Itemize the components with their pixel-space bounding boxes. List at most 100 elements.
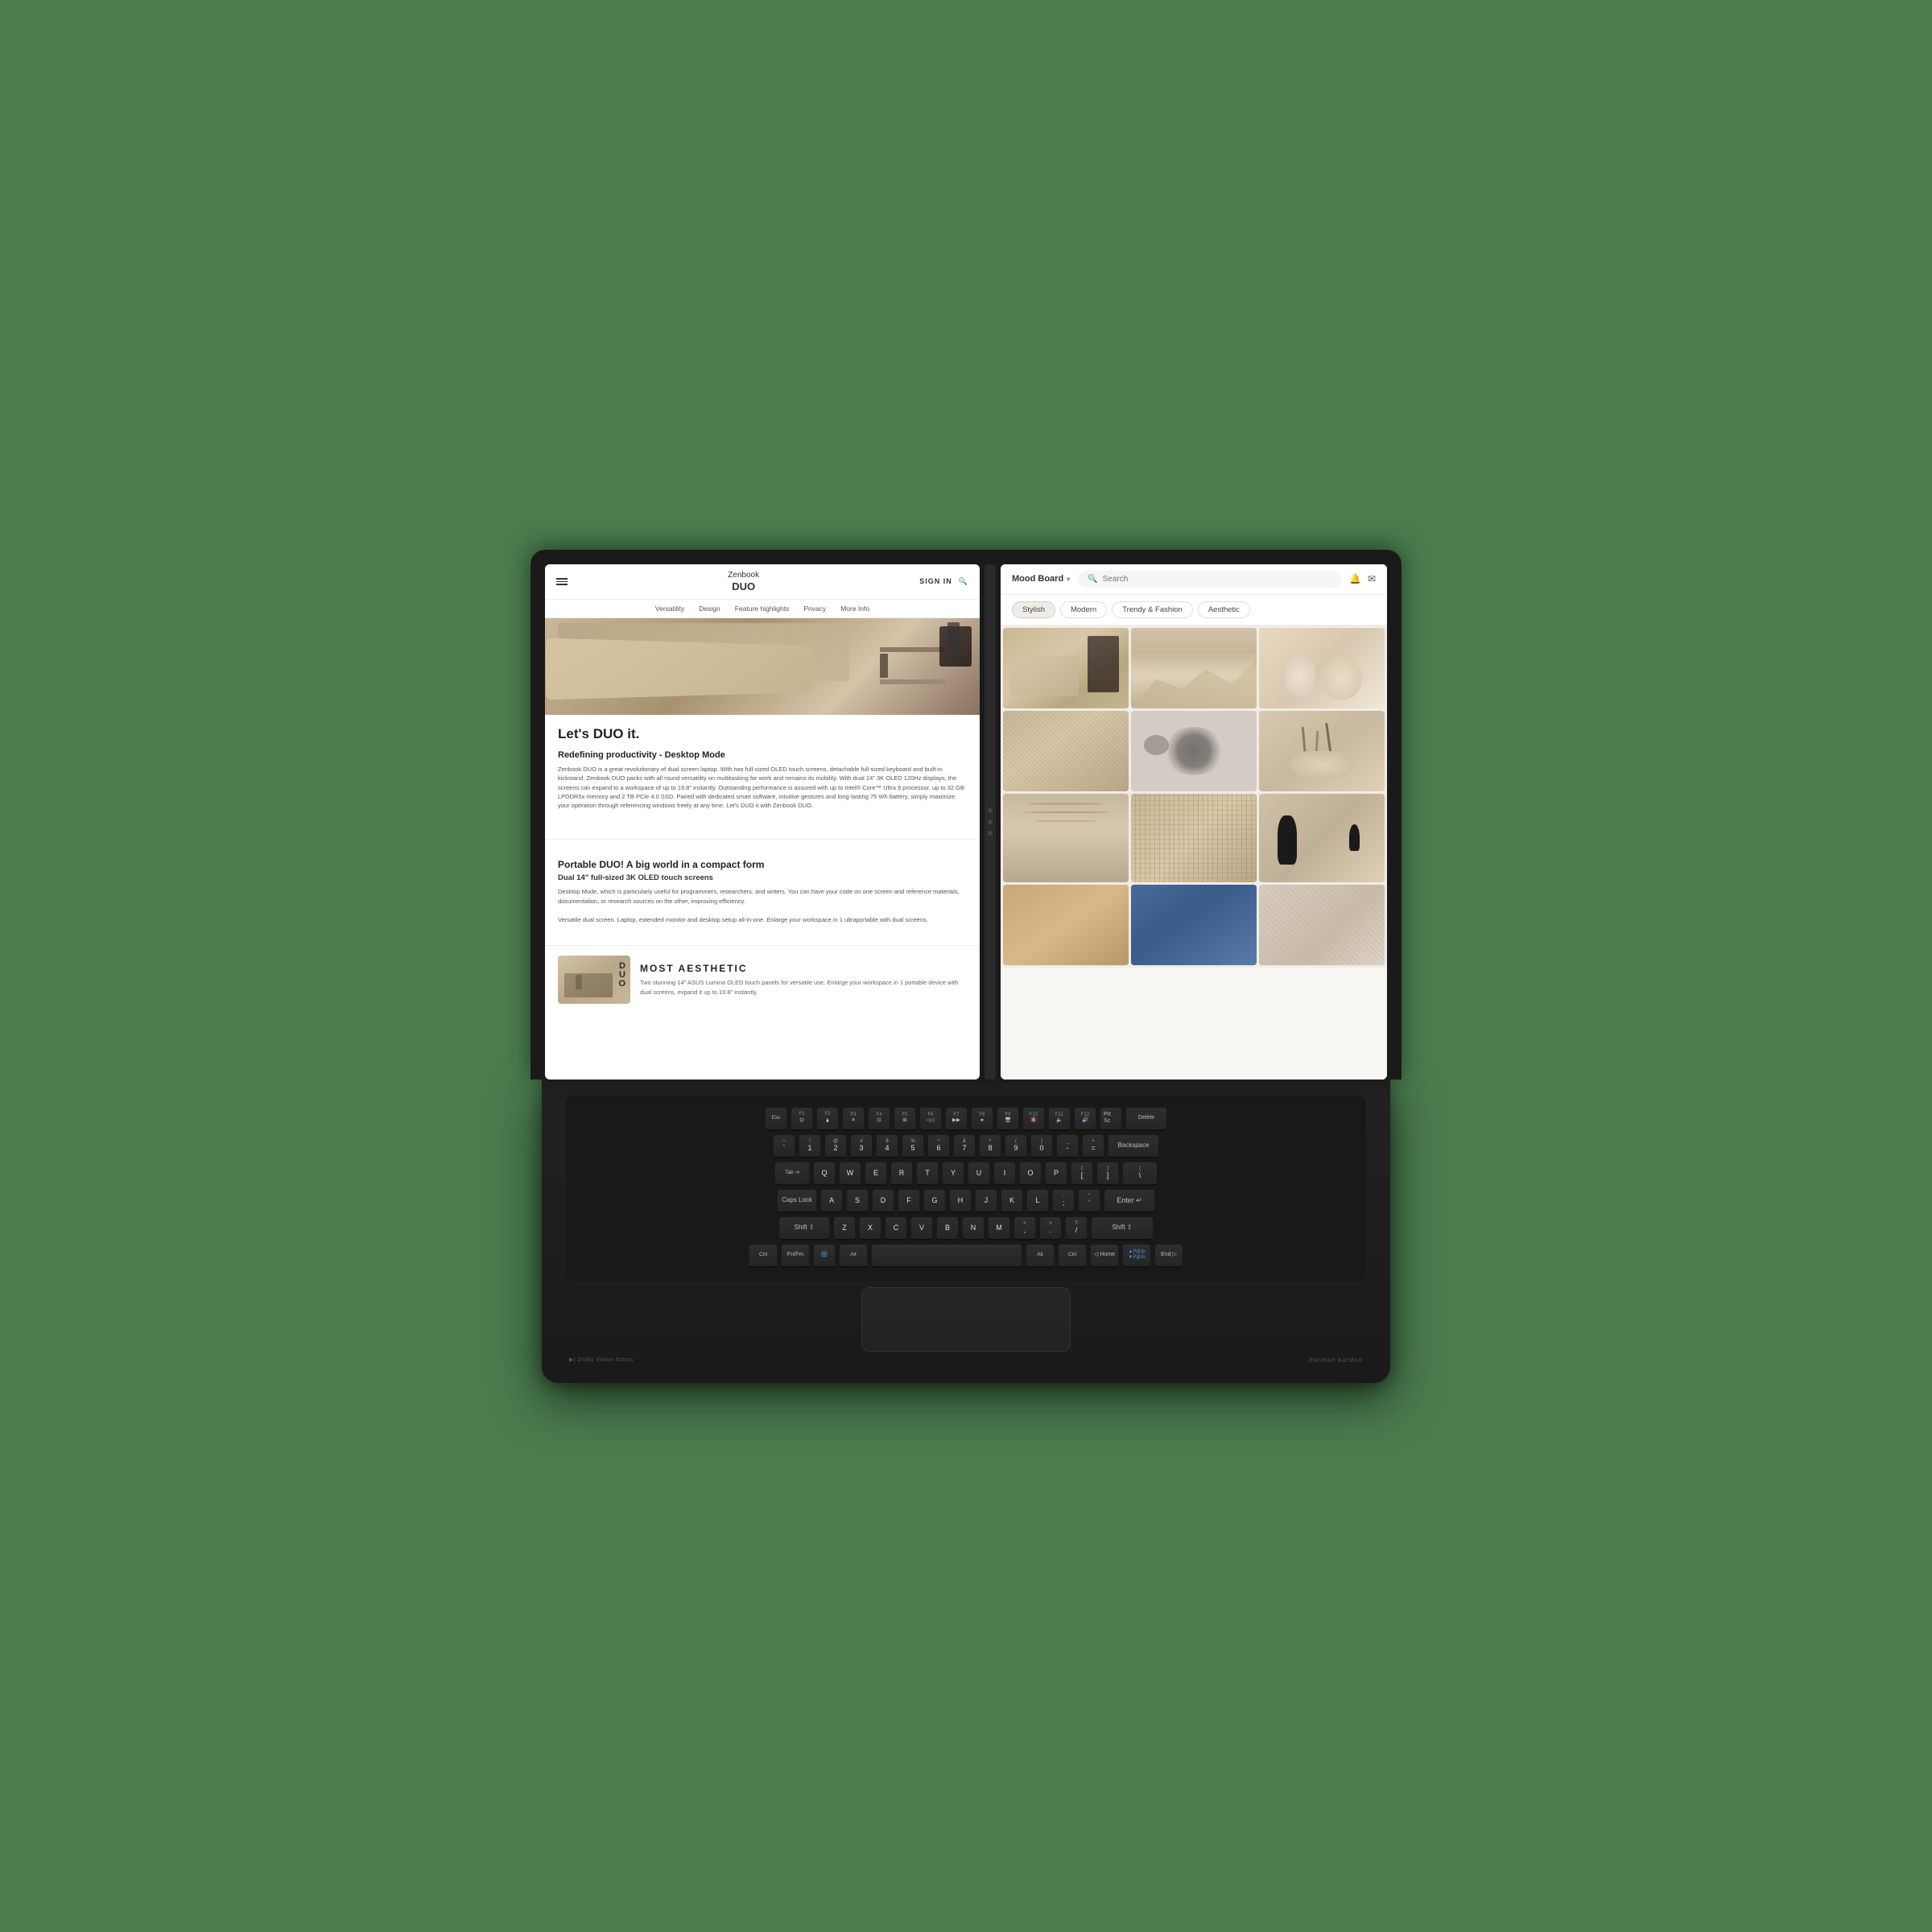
key-j[interactable]: J — [975, 1189, 997, 1213]
key-6[interactable]: ^6 — [927, 1134, 950, 1158]
key-backslash[interactable]: |\ — [1122, 1162, 1158, 1186]
key-delete[interactable]: Delete — [1125, 1107, 1167, 1131]
key-c[interactable]: C — [885, 1216, 907, 1241]
key-d[interactable]: D — [872, 1189, 894, 1213]
grid-cell-2-1[interactable] — [1003, 711, 1129, 791]
key-f2[interactable]: F2🌢 — [816, 1107, 839, 1131]
key-ctrl-right[interactable]: Ctrl — [1058, 1244, 1087, 1268]
grid-cell-3-2[interactable] — [1131, 794, 1257, 882]
tag-modern[interactable]: Modern — [1060, 601, 1107, 618]
key-f6[interactable]: F6◁◁ — [919, 1107, 942, 1131]
key-backtick[interactable]: ~` — [773, 1134, 795, 1158]
key-8[interactable]: *8 — [979, 1134, 1001, 1158]
nav-more[interactable]: More Info — [840, 605, 869, 613]
key-ctrl-left[interactable]: Ctrl — [749, 1244, 778, 1268]
grid-cell-1-3[interactable] — [1259, 628, 1385, 708]
tag-aesthetic[interactable]: Aesthetic — [1198, 601, 1250, 618]
nav-design[interactable]: Design — [699, 605, 720, 613]
key-f1[interactable]: F1🌣 — [791, 1107, 813, 1131]
key-9[interactable]: (9 — [1005, 1134, 1027, 1158]
key-enter[interactable]: Enter ↵ — [1104, 1189, 1155, 1213]
grid-cell-3-1[interactable] — [1003, 794, 1129, 882]
key-k[interactable]: K — [1001, 1189, 1023, 1213]
key-m[interactable]: M — [988, 1216, 1010, 1241]
key-fn[interactable]: Fn/Fm — [781, 1244, 810, 1268]
key-i[interactable]: I — [993, 1162, 1016, 1186]
key-shift-left[interactable]: Shift ⇧ — [778, 1216, 830, 1241]
notification-icon[interactable]: 🔔 — [1349, 573, 1361, 584]
key-x[interactable]: X — [859, 1216, 881, 1241]
key-f5[interactable]: F5⊞ — [894, 1107, 916, 1131]
key-2[interactable]: @2 — [824, 1134, 847, 1158]
key-alt-right[interactable]: Alt — [1026, 1244, 1055, 1268]
key-v[interactable]: V — [910, 1216, 933, 1241]
tag-stylish[interactable]: Stylish — [1012, 601, 1055, 618]
key-bracket-open[interactable]: {[ — [1071, 1162, 1093, 1186]
key-minus[interactable]: _- — [1056, 1134, 1079, 1158]
key-end[interactable]: End ▷ — [1154, 1244, 1183, 1268]
key-s[interactable]: S — [846, 1189, 869, 1213]
key-period[interactable]: >. — [1039, 1216, 1062, 1241]
grid-cell-1-2[interactable] — [1131, 628, 1257, 708]
mail-icon[interactable]: ✉ — [1368, 573, 1376, 584]
key-5[interactable]: %5 — [902, 1134, 924, 1158]
search-bar[interactable]: 🔍 — [1078, 571, 1341, 588]
key-shift-right[interactable]: Shift ⇧ — [1091, 1216, 1154, 1241]
key-f[interactable]: F — [898, 1189, 920, 1213]
key-windows[interactable]: ⊞ — [813, 1244, 836, 1268]
key-prtsc[interactable]: Prt Sc — [1100, 1107, 1122, 1131]
grid-cell-4-3[interactable] — [1259, 885, 1385, 965]
key-pgup-pgdn[interactable]: ▲PgUp▼PgDn — [1122, 1244, 1151, 1268]
key-f12[interactable]: F12🔊 — [1074, 1107, 1096, 1131]
search-icon[interactable]: 🔍 — [959, 577, 968, 586]
key-l[interactable]: L — [1026, 1189, 1049, 1213]
key-y[interactable]: Y — [942, 1162, 964, 1186]
sign-in-link[interactable]: SIGN IN — [919, 577, 952, 585]
hamburger-menu[interactable] — [556, 578, 568, 585]
key-e[interactable]: E — [865, 1162, 887, 1186]
key-p[interactable]: P — [1045, 1162, 1067, 1186]
nav-versatility[interactable]: Versatility — [655, 605, 684, 613]
key-a[interactable]: A — [820, 1189, 843, 1213]
key-h[interactable]: H — [949, 1189, 972, 1213]
search-input[interactable] — [1103, 575, 1331, 584]
touchpad[interactable] — [861, 1287, 1071, 1352]
key-u[interactable]: U — [968, 1162, 990, 1186]
key-3[interactable]: #3 — [850, 1134, 873, 1158]
key-comma[interactable]: <, — [1013, 1216, 1036, 1241]
key-f4[interactable]: F4⊡ — [868, 1107, 890, 1131]
key-caps-lock[interactable]: Caps Lock — [777, 1189, 817, 1213]
key-equals[interactable]: += — [1082, 1134, 1104, 1158]
key-f3[interactable]: F3✕ — [842, 1107, 865, 1131]
key-quote[interactable]: "' — [1078, 1189, 1100, 1213]
key-n[interactable]: N — [962, 1216, 985, 1241]
key-backspace[interactable]: Backspace — [1108, 1134, 1159, 1158]
key-7[interactable]: &7 — [953, 1134, 976, 1158]
key-b[interactable]: B — [936, 1216, 959, 1241]
key-q[interactable]: Q — [813, 1162, 836, 1186]
key-f9[interactable]: F9🖥 — [997, 1107, 1019, 1131]
grid-cell-1-1[interactable] — [1003, 628, 1129, 708]
key-z[interactable]: Z — [833, 1216, 856, 1241]
key-space[interactable] — [871, 1244, 1022, 1268]
nav-privacy[interactable]: Privacy — [803, 605, 826, 613]
key-alt-left[interactable]: Alt — [839, 1244, 868, 1268]
key-4[interactable]: $4 — [876, 1134, 898, 1158]
key-r[interactable]: R — [890, 1162, 913, 1186]
tag-trendy[interactable]: Trendy & Fashion — [1112, 601, 1193, 618]
key-o[interactable]: O — [1019, 1162, 1042, 1186]
key-home[interactable]: ◁ Home — [1090, 1244, 1119, 1268]
grid-cell-3-3[interactable] — [1259, 794, 1385, 882]
moodboard-button[interactable]: Mood Board ▾ — [1012, 574, 1070, 584]
key-bracket-close[interactable]: }] — [1096, 1162, 1119, 1186]
grid-cell-4-1[interactable] — [1003, 885, 1129, 965]
key-0[interactable]: )0 — [1030, 1134, 1053, 1158]
key-1[interactable]: !1 — [799, 1134, 821, 1158]
key-esc[interactable]: Esc — [765, 1107, 787, 1131]
grid-cell-2-3[interactable] — [1259, 711, 1385, 791]
key-tab[interactable]: Tab ⇥ — [774, 1162, 810, 1186]
key-g[interactable]: G — [923, 1189, 946, 1213]
key-t[interactable]: T — [916, 1162, 939, 1186]
grid-cell-4-2[interactable] — [1131, 885, 1257, 965]
key-semicolon[interactable]: :; — [1052, 1189, 1075, 1213]
